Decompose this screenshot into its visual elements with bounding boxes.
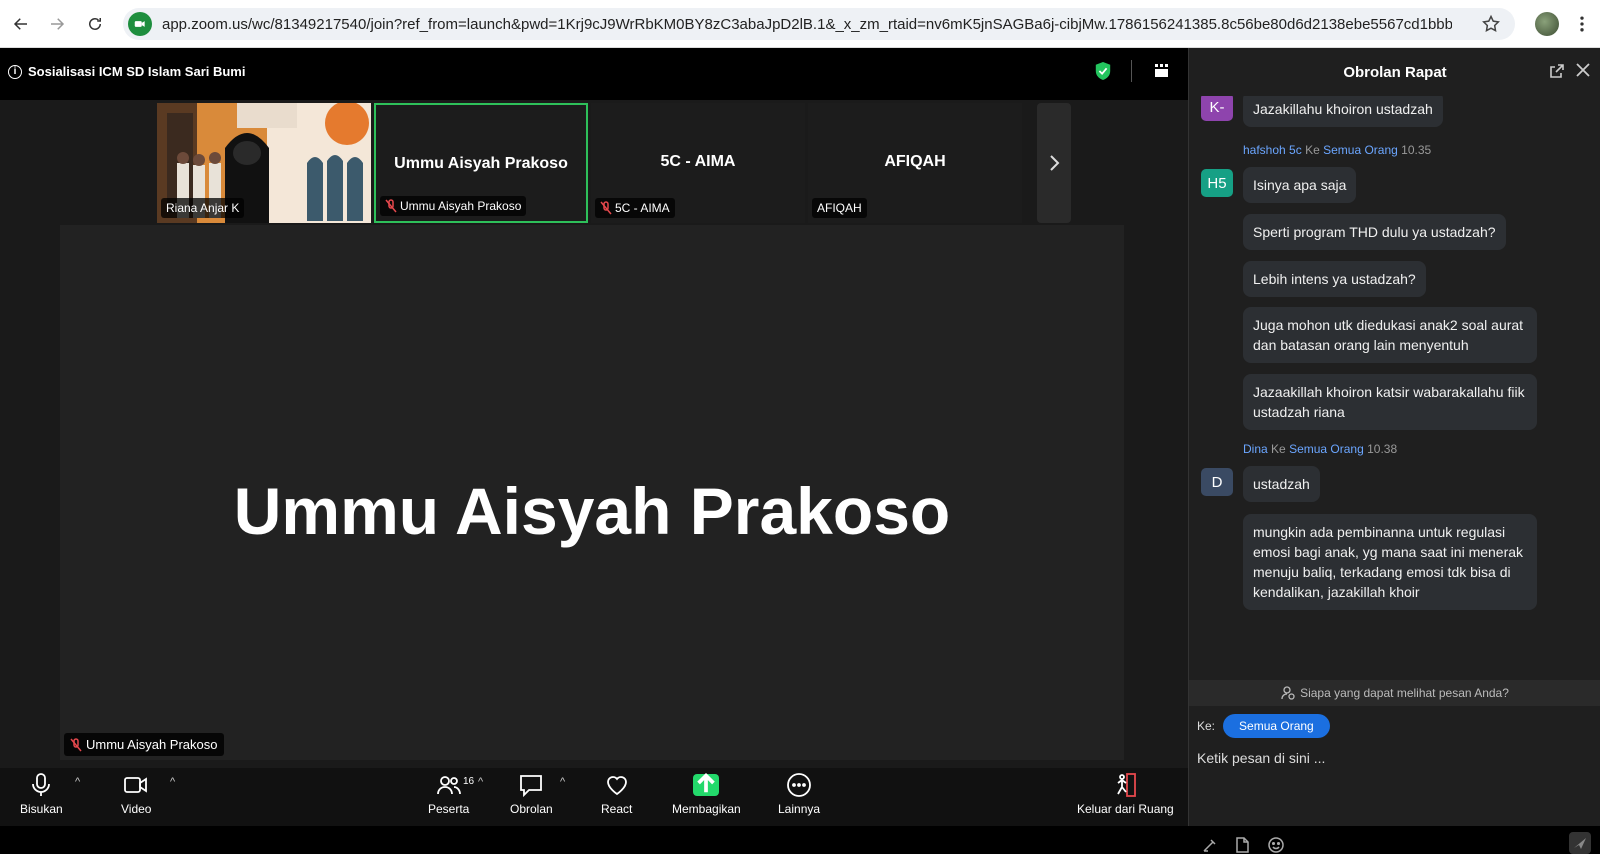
chat-title: Obrolan Rapat xyxy=(1343,64,1447,81)
share-screen-button[interactable]: Membagikan xyxy=(672,772,741,816)
reload-icon[interactable] xyxy=(78,7,112,41)
chat-panel: Obrolan Rapat K- Jazakillahu khoiron ust… xyxy=(1188,48,1600,854)
meeting-header: i Sosialisasi ICM SD Islam Sari Bumi xyxy=(0,48,1188,100)
video-button[interactable]: Video xyxy=(121,772,151,816)
message-time: 10.35 xyxy=(1401,143,1432,157)
active-speaker-name: Ummu Aisyah Prakoso xyxy=(233,474,951,548)
emoji-icon[interactable] xyxy=(1267,836,1285,854)
participant-name-label: AFIQAH xyxy=(812,198,867,218)
participants-icon xyxy=(436,776,461,795)
leave-room-button[interactable]: Keluar dari Ruang xyxy=(1077,772,1174,816)
back-icon[interactable] xyxy=(4,7,38,41)
mic-muted-icon xyxy=(385,199,397,213)
exit-door-icon xyxy=(1117,773,1137,797)
chat-message[interactable]: Juga mohon utk diedukasi anak2 soal aura… xyxy=(1243,307,1537,363)
chat-header: Obrolan Rapat xyxy=(1189,48,1600,96)
mute-button[interactable]: Bisukan xyxy=(20,772,63,816)
sender-avatar: H5 xyxy=(1201,169,1233,197)
mic-muted-icon xyxy=(70,737,82,751)
divider xyxy=(1131,60,1132,82)
chat-message[interactable]: Jazakillahu khoiron ustadzah xyxy=(1243,96,1443,127)
to-label: Ke: xyxy=(1197,719,1216,733)
participant-name-display: AFIQAH xyxy=(884,153,946,170)
message-time: 10.38 xyxy=(1367,442,1398,456)
sender-avatar: D xyxy=(1201,468,1233,496)
send-icon[interactable] xyxy=(1569,832,1591,854)
chat-message-input[interactable] xyxy=(1197,748,1593,768)
forward-icon[interactable] xyxy=(40,7,74,41)
video-area: Riana Anjar K Ummu Aisyah Prakoso Ummu A… xyxy=(0,100,1188,768)
participant-name-label: Riana Anjar K xyxy=(161,198,245,218)
participant-tile[interactable]: AFIQAH AFIQAH xyxy=(808,103,1022,223)
popout-icon[interactable] xyxy=(1549,63,1565,79)
chat-messages[interactable]: K- Jazakillahu khoiron ustadzah hafshoh … xyxy=(1189,96,1600,680)
chat-button[interactable]: Obrolan xyxy=(510,772,553,816)
chat-message[interactable]: Sperti program THD dulu ya ustadzah? xyxy=(1243,214,1506,250)
chat-bubble-icon xyxy=(520,775,543,798)
address-bar[interactable]: app.zoom.us/wc/81349217540/join?ref_from… xyxy=(123,8,1515,40)
info-icon[interactable]: i xyxy=(8,64,22,79)
meeting-title-text: Sosialisasi ICM SD Islam Sari Bumi xyxy=(28,64,246,79)
bookmark-star-icon[interactable] xyxy=(1481,14,1501,34)
browser-menu-icon[interactable] xyxy=(1572,14,1592,34)
active-speaker-video[interactable]: Ummu Aisyah Prakoso Ummu Aisyah Prakoso xyxy=(60,225,1124,760)
meeting-toolbar: Bisukan ^ Video ^ Peserta 16 ^ Obrolan ^… xyxy=(0,768,1188,826)
browser-toolbar: app.zoom.us/wc/81349217540/join?ref_from… xyxy=(0,0,1600,48)
chat-message[interactable]: Isinya apa saja xyxy=(1243,167,1357,203)
react-button[interactable]: React xyxy=(601,772,632,816)
participant-name-label: 5C - AIMA xyxy=(595,198,675,218)
sender-name[interactable]: hafshoh 5c xyxy=(1243,143,1302,157)
sender-avatar: K- xyxy=(1201,96,1233,121)
close-icon[interactable] xyxy=(1575,62,1591,78)
person-info-icon xyxy=(1281,686,1295,700)
chat-message[interactable]: mungkin ada pembinanna untuk regulasi em… xyxy=(1243,514,1537,610)
participants-options-caret[interactable]: ^ xyxy=(478,776,483,788)
chevron-right-icon[interactable] xyxy=(1037,103,1071,223)
more-button[interactable]: Lainnya xyxy=(778,772,820,816)
recipient-name: Semua Orang xyxy=(1289,442,1364,456)
recipient-selector[interactable]: Semua Orang xyxy=(1223,714,1330,738)
heart-icon xyxy=(606,776,627,796)
message-meta: hafshoh 5c Ke Semua Orang 10.35 xyxy=(1243,143,1432,157)
chat-message[interactable]: Lebih intens ya ustadzah? xyxy=(1243,261,1426,297)
message-visibility-info[interactable]: Siapa yang dapat melihat pesan Anda? xyxy=(1189,680,1600,706)
mute-options-caret[interactable]: ^ xyxy=(75,776,80,788)
camera-icon xyxy=(124,777,148,793)
participant-name-display: Ummu Aisyah Prakoso xyxy=(394,155,568,172)
share-arrow-icon xyxy=(693,772,720,796)
url-text: app.zoom.us/wc/81349217540/join?ref_from… xyxy=(162,15,1452,33)
participant-tile-active[interactable]: Ummu Aisyah Prakoso Ummu Aisyah Prakoso xyxy=(374,103,588,223)
recipient-row: Ke: Semua Orang xyxy=(1197,714,1330,738)
meeting-title[interactable]: i Sosialisasi ICM SD Islam Sari Bumi xyxy=(8,64,245,79)
video-options-caret[interactable]: ^ xyxy=(170,776,175,788)
microphone-icon xyxy=(32,773,51,796)
file-icon[interactable] xyxy=(1233,836,1251,854)
participant-name-label: Ummu Aisyah Prakoso xyxy=(380,196,527,216)
more-dots-icon xyxy=(787,773,811,797)
sender-name[interactable]: Dina xyxy=(1243,442,1268,456)
zoom-site-icon[interactable] xyxy=(128,12,152,36)
mic-muted-icon xyxy=(600,201,612,215)
active-speaker-label: Ummu Aisyah Prakoso xyxy=(64,733,224,756)
message-meta: Dina Ke Semua Orang 10.38 xyxy=(1243,442,1398,456)
participant-count-badge: 16 xyxy=(463,776,475,787)
profile-avatar[interactable] xyxy=(1535,12,1559,36)
chat-options-caret[interactable]: ^ xyxy=(560,776,565,788)
participant-tile[interactable]: 5C - AIMA 5C - AIMA xyxy=(591,103,805,223)
chat-message[interactable]: ustadzah xyxy=(1243,466,1320,502)
encryption-shield-icon[interactable] xyxy=(1094,61,1112,81)
chat-message[interactable]: Jazaakillah khoiron katsir wabarakallahu… xyxy=(1243,374,1537,430)
recipient-name: Semua Orang xyxy=(1323,143,1398,157)
view-layout-icon[interactable] xyxy=(1155,64,1169,78)
format-text-icon[interactable] xyxy=(1201,836,1219,854)
participant-name-display: 5C - AIMA xyxy=(660,153,736,170)
participant-tile[interactable]: Riana Anjar K xyxy=(157,103,371,223)
